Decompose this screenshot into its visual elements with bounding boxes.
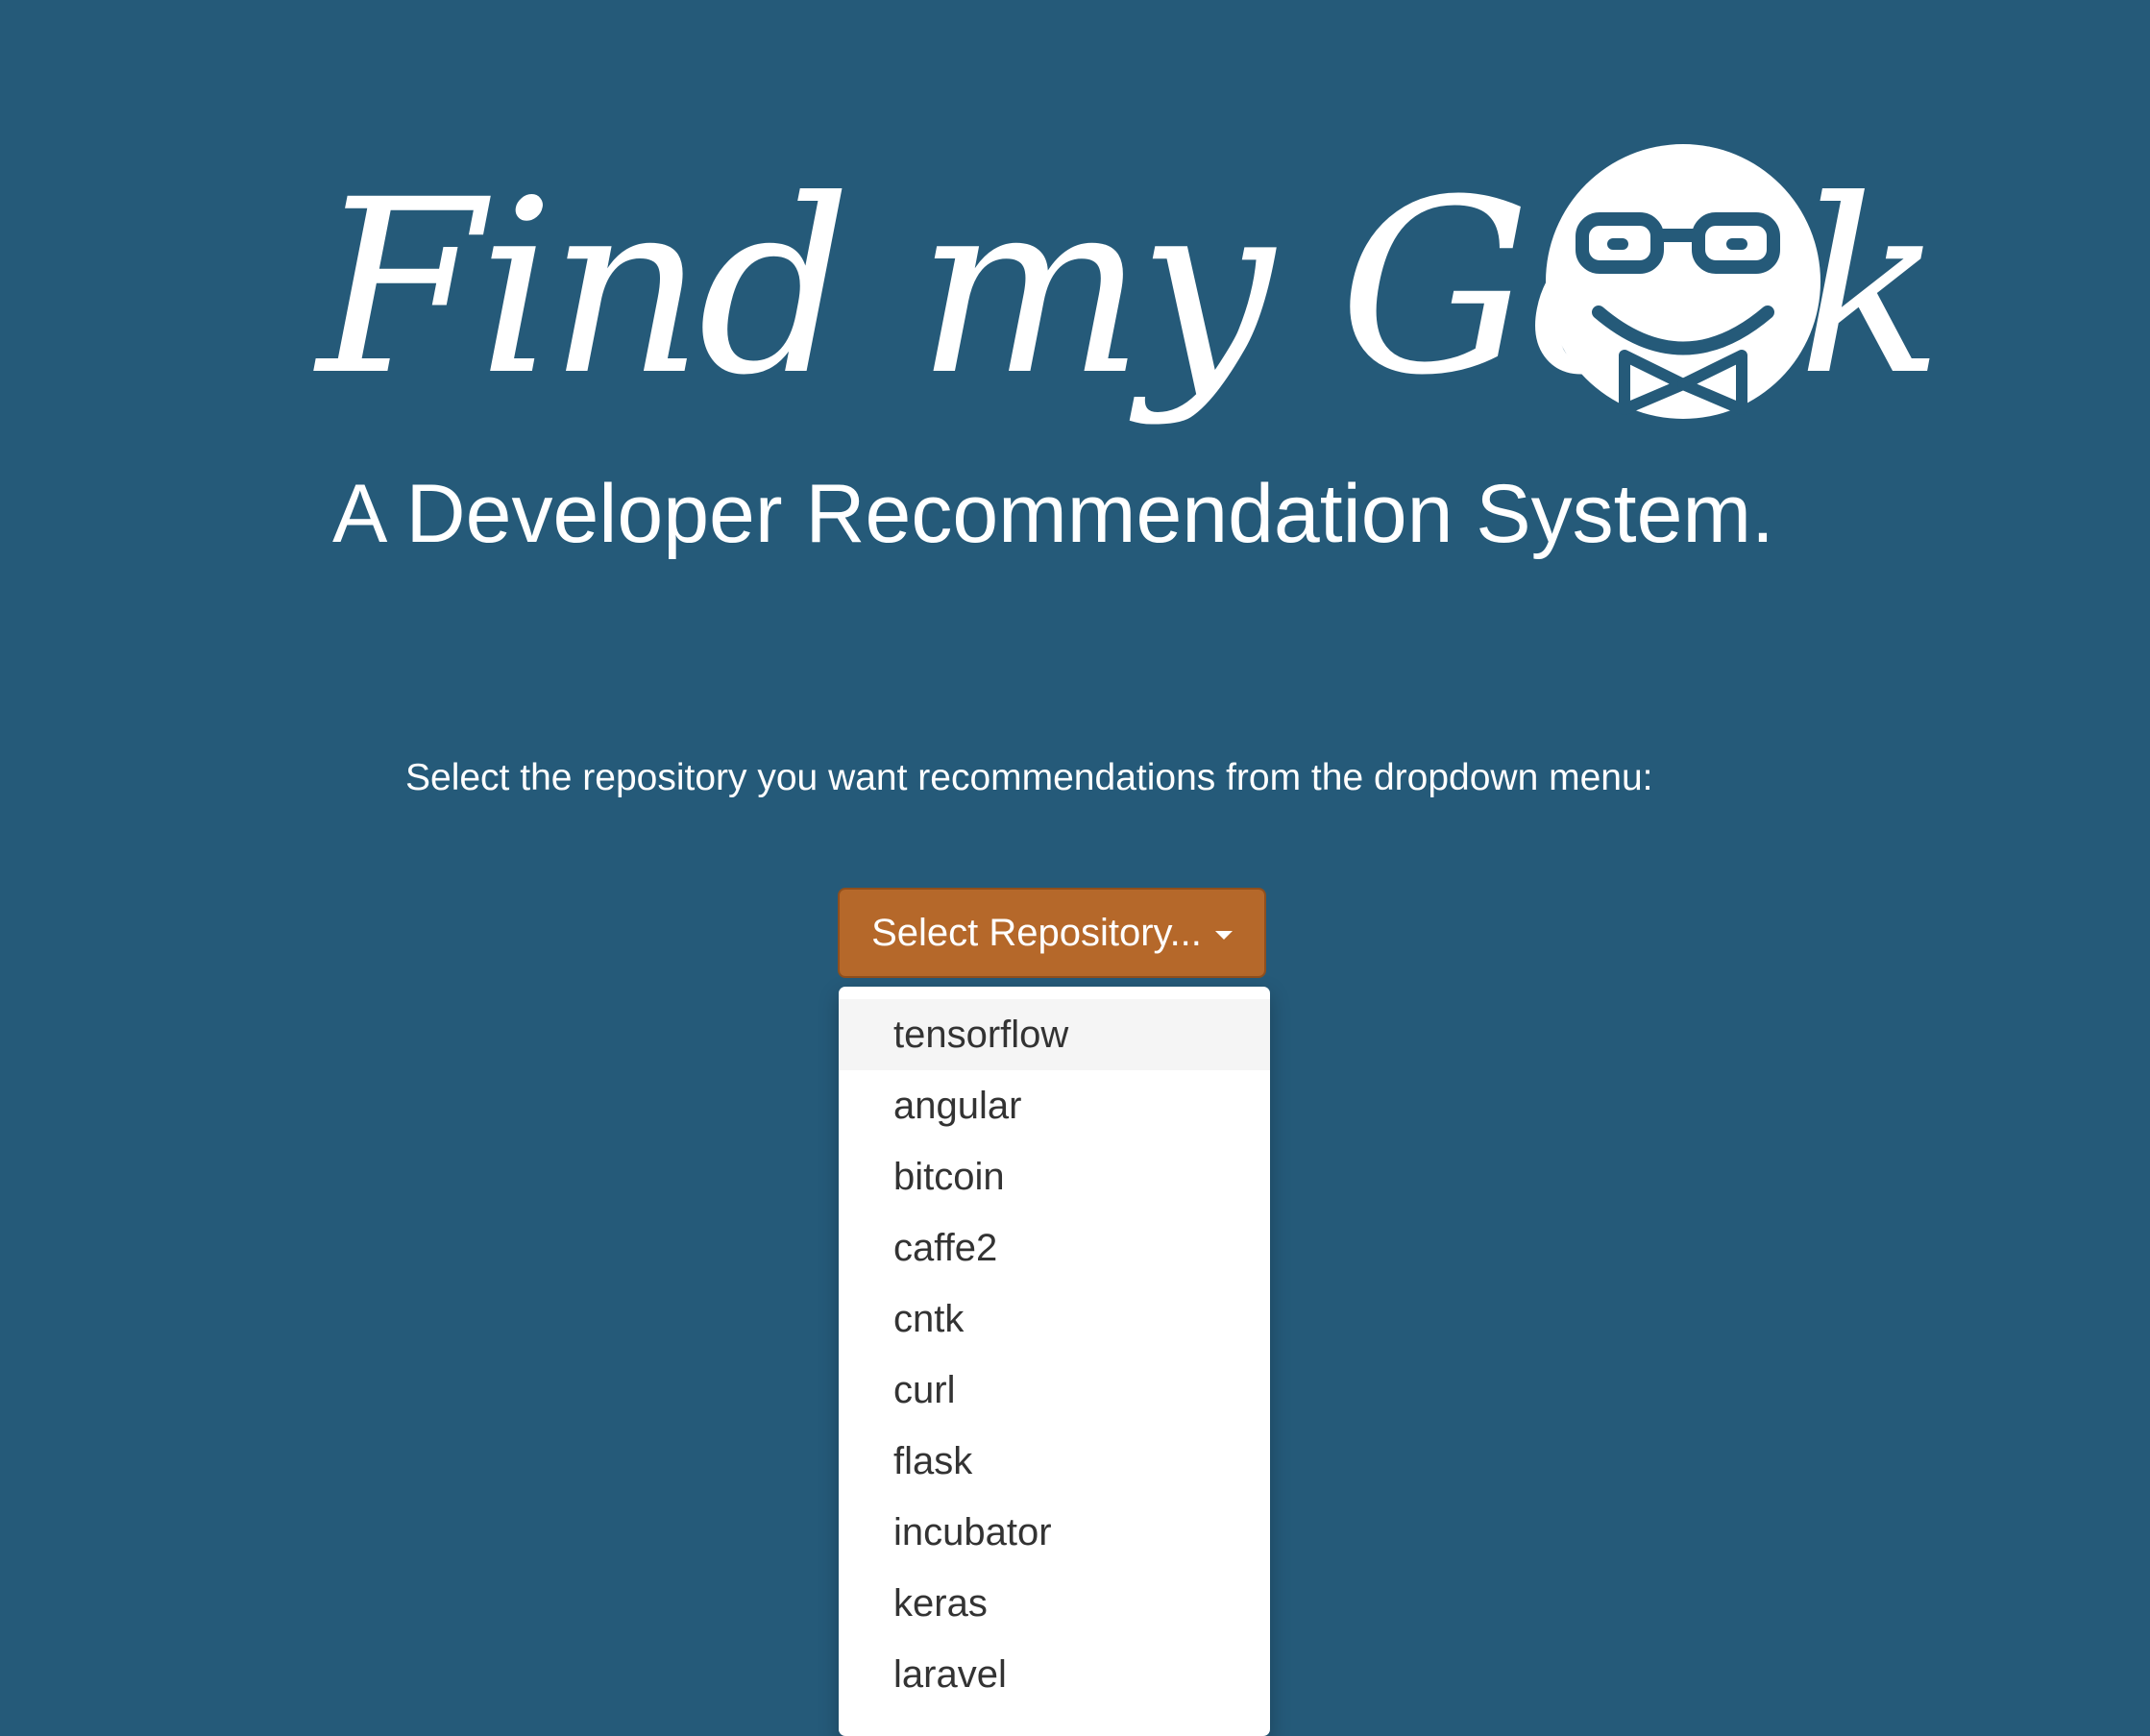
- dropdown-item-curl[interactable]: curl: [839, 1355, 1270, 1426]
- brand-header: Find my Geek: [317, 144, 1943, 432]
- repository-dropdown-menu: tensorflow angular bitcoin caffe2 cntk c…: [839, 987, 1270, 1736]
- dropdown-item-keras[interactable]: keras: [839, 1568, 1270, 1639]
- dropdown-item-angular[interactable]: angular: [839, 1070, 1270, 1141]
- dropdown-item-flask[interactable]: flask: [839, 1426, 1270, 1497]
- dropdown-item-tensorflow[interactable]: tensorflow: [839, 999, 1270, 1070]
- dropdown-item-incubator[interactable]: incubator: [839, 1497, 1270, 1568]
- select-repository-button[interactable]: Select Repository...: [838, 888, 1266, 978]
- dropdown-item-laravel[interactable]: laravel: [839, 1639, 1270, 1710]
- caret-down-icon: [1214, 930, 1233, 940]
- dropdown-item-cntk[interactable]: cntk: [839, 1284, 1270, 1355]
- dropdown-item-bitcoin[interactable]: bitcoin: [839, 1141, 1270, 1212]
- select-repository-label: Select Repository...: [871, 911, 1202, 954]
- instruction-text: Select the repository you want recommend…: [405, 757, 1653, 798]
- page-subtitle: A Developer Recommendation System.: [332, 468, 1774, 560]
- smiling-geek-icon: [1546, 144, 1820, 419]
- dropdown-item-caffe2[interactable]: caffe2: [839, 1212, 1270, 1284]
